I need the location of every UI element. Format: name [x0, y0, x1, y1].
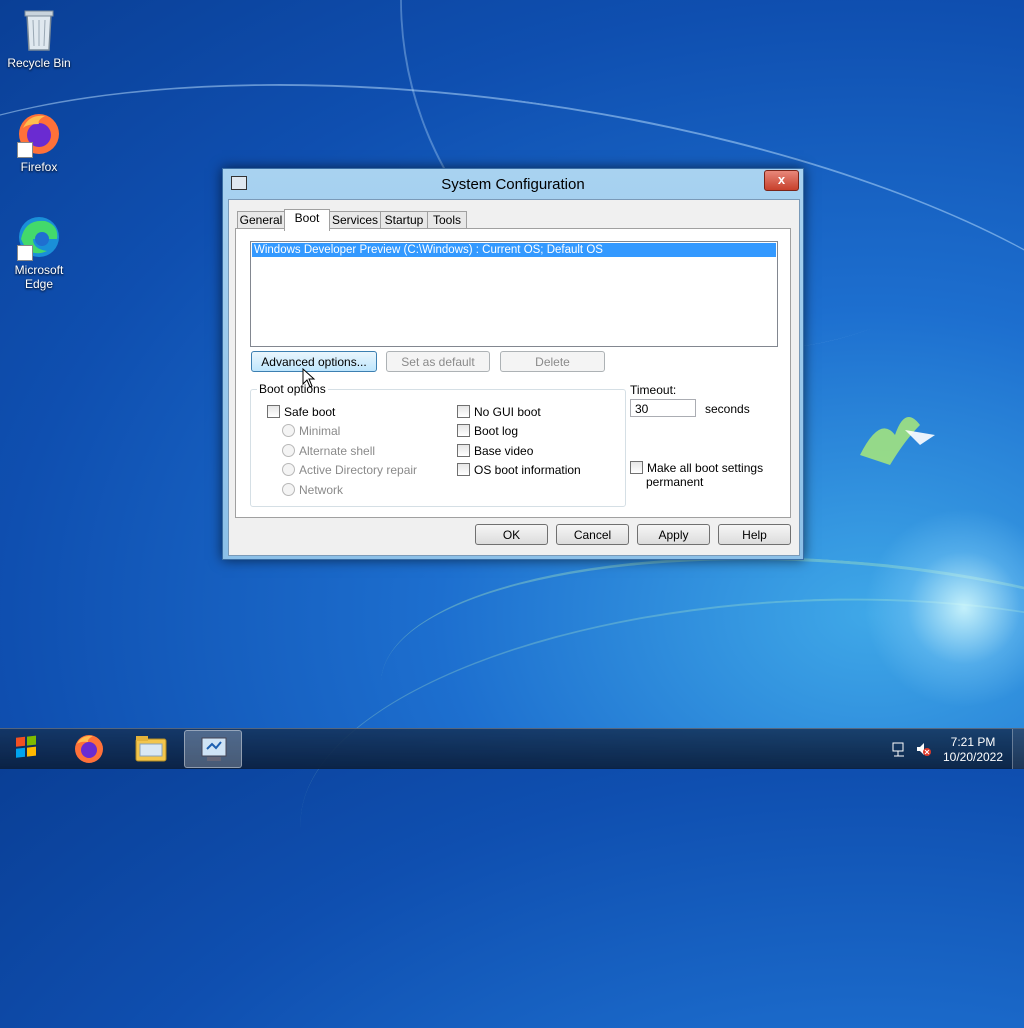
boot-panel: Windows Developer Preview (C:\Windows) :… [235, 228, 791, 518]
taskbar-file-explorer[interactable] [122, 730, 180, 768]
start-button[interactable] [4, 731, 50, 767]
taskbar-system-configuration[interactable] [184, 730, 242, 768]
apply-button[interactable]: Apply [637, 524, 710, 545]
taskbar-clock[interactable]: 7:21 PM 10/20/2022 [936, 735, 1010, 765]
radio-dot [282, 444, 295, 457]
make-permanent-label-line2: permanent [646, 475, 704, 489]
delete-button[interactable]: Delete [500, 351, 605, 372]
shortcut-arrow-icon [17, 142, 33, 158]
checkbox-label: Make all boot settings [647, 461, 764, 475]
checkbox-box [630, 461, 643, 474]
os-boot-information-checkbox[interactable]: OS boot information [457, 463, 581, 477]
show-desktop-button[interactable] [1012, 729, 1024, 769]
radio-label: Alternate shell [299, 444, 376, 458]
recycle-bin-icon [15, 6, 63, 54]
radio-dot [282, 483, 295, 496]
checkbox-label: Boot log [474, 424, 519, 438]
msconfig-icon [201, 737, 227, 761]
checkbox-label: No GUI boot [474, 405, 541, 419]
radio-network[interactable]: Network [282, 483, 343, 497]
base-video-checkbox[interactable]: Base video [457, 444, 533, 458]
shortcut-arrow-icon [17, 245, 33, 261]
firefox-icon [75, 735, 103, 763]
help-button[interactable]: Help [718, 524, 791, 545]
wallpaper-bird-icon [860, 417, 935, 465]
checkbox-box [457, 405, 470, 418]
taskbar: 7:21 PM 10/20/2022 [0, 728, 1024, 769]
checkbox-box [457, 463, 470, 476]
radio-active-directory-repair[interactable]: Active Directory repair [282, 463, 417, 477]
window-title: System Configuration [441, 176, 585, 193]
desktop-icon-label: Edge [24, 277, 54, 291]
radio-label: Network [299, 483, 344, 497]
cancel-button[interactable]: Cancel [556, 524, 629, 545]
desktop-icon-label: Microsoft [14, 263, 64, 277]
ok-button[interactable]: OK [475, 524, 548, 545]
clock-date: 10/20/2022 [942, 750, 1004, 764]
os-list-item[interactable]: Windows Developer Preview (C:\Windows) :… [252, 243, 776, 257]
checkbox-label: OS boot information [474, 463, 581, 477]
clock-time: 7:21 PM [950, 735, 996, 749]
folder-icon [135, 736, 167, 762]
seconds-label: seconds [705, 402, 750, 416]
radio-label: Minimal [299, 424, 341, 438]
timeout-label: Timeout: [630, 383, 677, 397]
radio-minimal[interactable]: Minimal [282, 424, 340, 438]
safe-boot-checkbox[interactable]: Safe boot [267, 405, 335, 419]
set-as-default-button[interactable]: Set as default [386, 351, 490, 372]
network-icon[interactable] [891, 741, 907, 757]
firefox-icon [15, 110, 63, 158]
safe-boot-label: Safe boot [284, 405, 336, 419]
boot-log-checkbox[interactable]: Boot log [457, 424, 518, 438]
volume-muted-icon[interactable] [915, 741, 931, 757]
boot-options-label: Boot options [257, 382, 328, 396]
checkbox-label: Base video [474, 444, 534, 458]
desktop-icon-label: Firefox [20, 160, 58, 174]
edge-icon [15, 213, 63, 261]
close-button[interactable]: x [764, 170, 799, 191]
os-list[interactable]: Windows Developer Preview (C:\Windows) :… [250, 241, 778, 347]
radio-label: Active Directory repair [299, 463, 418, 477]
timeout-input[interactable]: 30 [630, 399, 696, 417]
mouse-cursor-icon [302, 368, 316, 388]
windows-logo-icon [16, 735, 36, 758]
checkbox-box [457, 424, 470, 437]
system-configuration-window: System Configuration x General Boot Serv… [222, 168, 804, 560]
wallpaper-glow [864, 508, 1024, 708]
taskbar-firefox[interactable] [60, 730, 118, 768]
desktop-icon-edge[interactable]: Microsoft Edge [1, 213, 77, 291]
desktop-icon-recycle-bin[interactable]: Recycle Bin [1, 6, 77, 70]
tab-boot[interactable]: Boot [284, 209, 330, 231]
radio-dot [282, 463, 295, 476]
checkbox-box [267, 405, 280, 418]
desktop-icon-firefox[interactable]: Firefox [1, 110, 77, 174]
radio-dot [282, 424, 295, 437]
checkbox-box [457, 444, 470, 457]
boot-options-group: Boot options Safe boot Minimal Alternate… [250, 382, 626, 507]
window-titlebar[interactable]: System Configuration x [223, 169, 803, 199]
desktop-icon-label: Recycle Bin [7, 56, 71, 70]
radio-alternate-shell[interactable]: Alternate shell [282, 444, 375, 458]
no-gui-boot-checkbox[interactable]: No GUI boot [457, 405, 541, 419]
make-permanent-checkbox[interactable]: Make all boot settings [630, 461, 763, 475]
